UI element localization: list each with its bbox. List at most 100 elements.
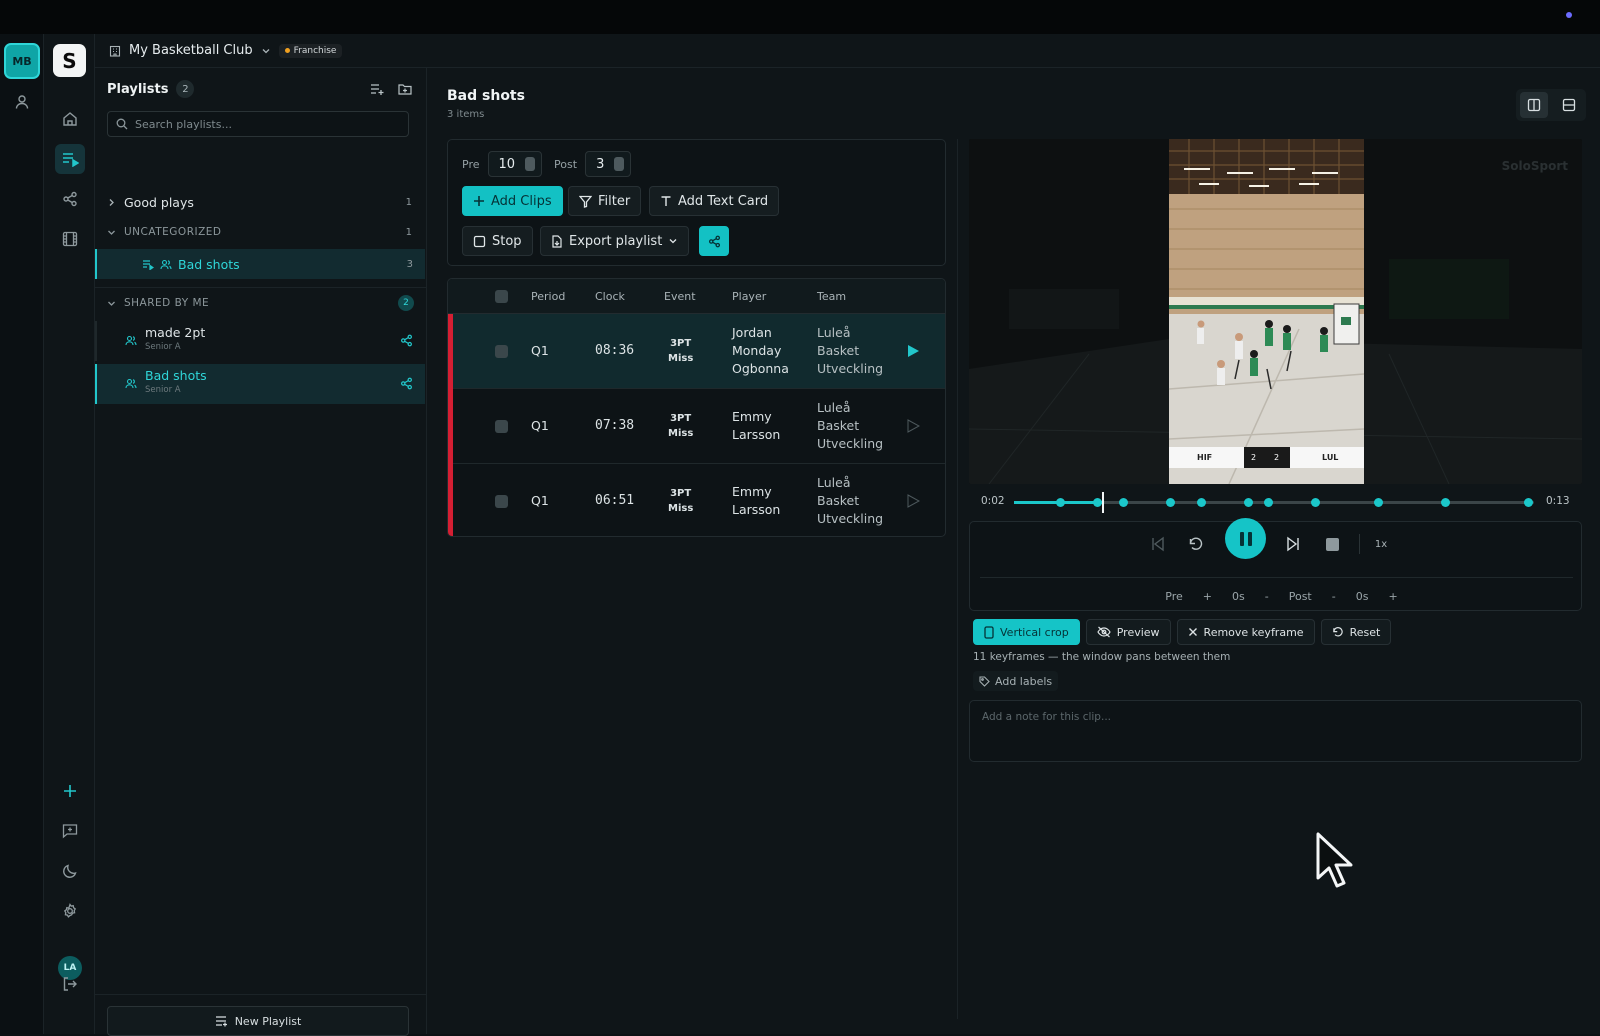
top-header: My Basketball Club Franchise: [95, 34, 1600, 68]
post-trim-increase[interactable]: +: [1388, 590, 1397, 603]
crop-window[interactable]: [1168, 139, 1365, 484]
team-cell: Luleå Basket Utveckling: [817, 324, 883, 378]
shared-item-bad-shots[interactable]: Bad shots Senior A: [95, 364, 425, 404]
play-icon[interactable]: [906, 494, 920, 508]
clip-timeline[interactable]: 0:02 0:13: [969, 492, 1582, 513]
select-all-checkbox[interactable]: [495, 290, 508, 303]
team-name-line: Utveckling: [817, 361, 884, 376]
pre-trim-label: Pre: [1165, 590, 1183, 603]
row-checkbox[interactable]: [495, 420, 508, 433]
export-playlist-button[interactable]: Export playlist: [540, 226, 690, 256]
table-row[interactable]: Q1 08:36 3PT Miss Jordan Monday Ogbonna Lul…: [448, 314, 945, 389]
nav-playlists[interactable]: [55, 144, 85, 174]
column-header[interactable]: Event: [664, 290, 696, 303]
add-labels-button[interactable]: Add labels: [973, 671, 1059, 691]
column-header[interactable]: Team: [817, 290, 846, 303]
stop-button[interactable]: Stop: [462, 226, 533, 256]
person-icon[interactable]: [10, 90, 34, 114]
column-header[interactable]: Clock: [595, 290, 625, 303]
stepper-icon[interactable]: [525, 157, 536, 171]
keyframe-marker[interactable]: [1165, 498, 1175, 507]
preview-button[interactable]: Preview: [1085, 619, 1171, 645]
video-frame: [969, 139, 1582, 484]
remove-keyframe-button[interactable]: Remove keyframe: [1176, 619, 1315, 645]
clips-table: Period Clock Event Player Team Q1 08:36 …: [447, 278, 946, 537]
vertical-crop-button[interactable]: Vertical crop: [973, 619, 1080, 645]
share-playlist-button[interactable]: [699, 226, 729, 256]
table-row[interactable]: Q1 06:51 3PT Miss Emmy Larsson Luleå Basket…: [448, 464, 945, 536]
keyframe-marker[interactable]: [1441, 498, 1451, 507]
reset-button[interactable]: Reset: [1320, 619, 1392, 645]
shared-item-made-2pt[interactable]: made 2pt Senior A: [95, 321, 425, 361]
nav-home[interactable]: [55, 104, 85, 134]
nav-feedback[interactable]: [55, 816, 85, 846]
workspace-avatar[interactable]: MB: [4, 43, 40, 79]
section-uncategorized[interactable]: UNCATEGORIZED 1: [95, 226, 426, 238]
video-viewport[interactable]: SoloSport HIF 2 2 LUL: [969, 139, 1582, 484]
nav-settings[interactable]: [55, 896, 85, 926]
pre-stepper[interactable]: 10: [487, 151, 543, 177]
nav-theme[interactable]: [55, 856, 85, 886]
layout-split-horizontal[interactable]: [1555, 92, 1583, 118]
nav-share[interactable]: [55, 184, 85, 214]
period-cell: Q1: [531, 493, 549, 508]
add-text-card-label: Add Text Card: [678, 193, 769, 209]
timeline-track[interactable]: [1014, 492, 1534, 513]
keyframe-marker[interactable]: [1118, 498, 1128, 507]
keyframe-marker[interactable]: [1196, 498, 1206, 507]
new-playlist-button[interactable]: New Playlist: [107, 1006, 409, 1036]
keyframe-marker[interactable]: [1524, 498, 1534, 507]
post-stepper[interactable]: 3: [585, 151, 632, 177]
clip-note-input[interactable]: [982, 711, 1569, 751]
play-icon[interactable]: [906, 344, 920, 358]
row-checkbox[interactable]: [495, 495, 508, 508]
filter-button[interactable]: Filter: [568, 186, 642, 216]
chevron-down-icon: [108, 230, 115, 235]
crop-toolbar: Vertical crop Preview Remove keyframe Re…: [973, 619, 1392, 647]
add-clips-button[interactable]: Add Clips: [462, 186, 563, 216]
score-away-team: LUL: [1322, 453, 1339, 462]
playlist-item-bad-shots[interactable]: Bad shots 3: [95, 249, 425, 279]
section-shared[interactable]: SHARED BY ME 2: [95, 295, 426, 311]
stepper-icon[interactable]: [614, 157, 625, 171]
team-name-line: Luleå: [817, 325, 851, 340]
pause-button[interactable]: [1225, 518, 1266, 559]
stop-playback-button[interactable]: [1321, 533, 1343, 555]
previous-clip-button[interactable]: [1147, 533, 1169, 555]
pre-trim-decrease[interactable]: -: [1265, 590, 1269, 603]
keyframe-marker[interactable]: [1373, 498, 1383, 507]
keyframe-marker[interactable]: [1264, 498, 1274, 507]
nav-logout[interactable]: [55, 969, 85, 999]
nav-film[interactable]: [55, 224, 85, 254]
playhead[interactable]: [1102, 492, 1105, 513]
clip-note[interactable]: [969, 700, 1582, 762]
add-text-card-button[interactable]: Add Text Card: [649, 186, 780, 216]
pre-trim-increase[interactable]: +: [1203, 590, 1212, 603]
next-clip-button[interactable]: [1282, 533, 1304, 555]
post-trim-decrease[interactable]: -: [1332, 590, 1336, 603]
keyframe-marker[interactable]: [1311, 498, 1321, 507]
nav-add[interactable]: [55, 776, 85, 806]
column-header[interactable]: Period: [531, 290, 565, 303]
pre-post-controls: Pre 10 Post 3: [462, 151, 632, 177]
keyframe-marker[interactable]: [1092, 498, 1102, 507]
add-labels-label: Add labels: [995, 674, 1053, 688]
replay-button[interactable]: [1185, 533, 1207, 555]
play-icon[interactable]: [906, 419, 920, 433]
share-icon[interactable]: [400, 377, 413, 390]
search-input[interactable]: [135, 117, 395, 131]
playback-speed[interactable]: 1x: [1370, 533, 1392, 555]
club-selector[interactable]: My Basketball Club Franchise: [109, 43, 343, 58]
keyframe-marker[interactable]: [1243, 498, 1253, 507]
new-folder-icon[interactable]: [398, 82, 412, 96]
table-row[interactable]: Q1 07:38 3PT Miss Emmy Larsson Luleå Basket…: [448, 389, 945, 464]
column-header[interactable]: Player: [732, 290, 766, 303]
new-playlist-icon[interactable]: [370, 82, 384, 96]
panel-divider[interactable]: [957, 139, 958, 1019]
folder-good-plays[interactable]: Good plays 1: [95, 195, 426, 210]
playlist-search[interactable]: [107, 111, 409, 137]
share-icon[interactable]: [400, 334, 413, 347]
keyframe-marker[interactable]: [1056, 498, 1066, 507]
layout-split-vertical[interactable]: [1519, 92, 1548, 118]
row-checkbox[interactable]: [495, 345, 508, 358]
